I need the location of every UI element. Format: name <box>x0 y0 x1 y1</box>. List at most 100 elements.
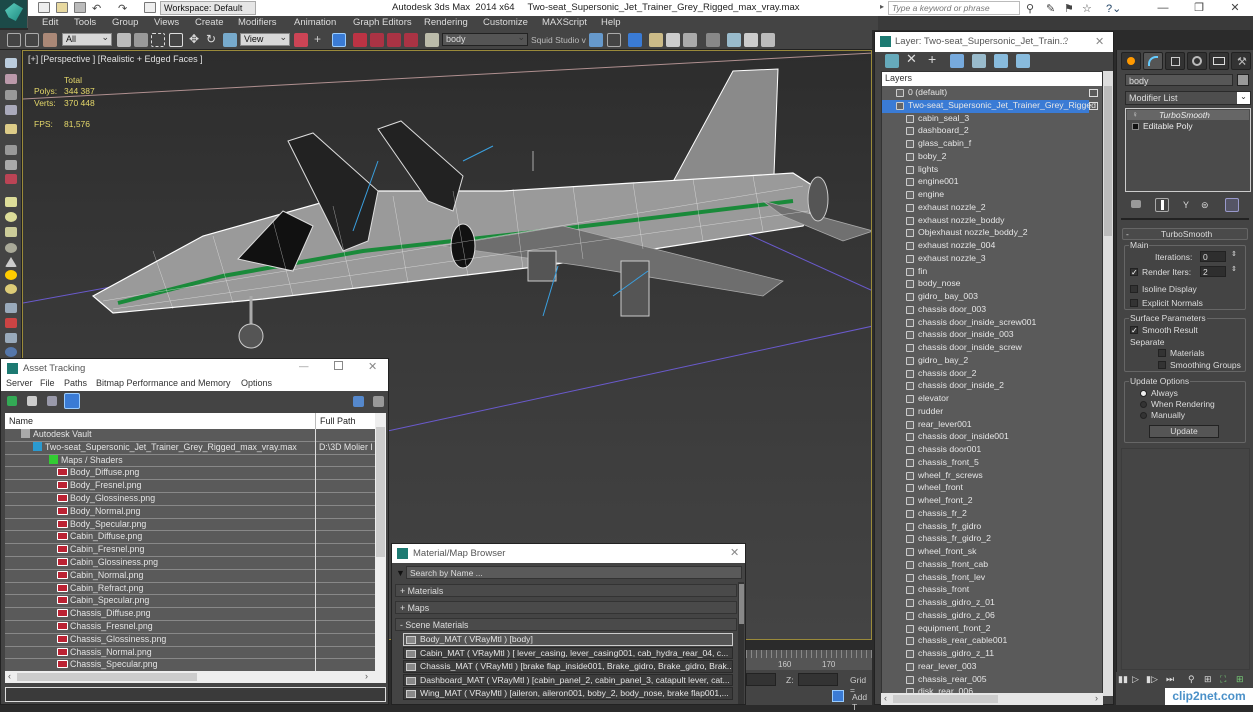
restore-button[interactable]: ❐ <box>1184 0 1214 16</box>
menu-customize[interactable]: Customize <box>483 17 528 28</box>
capsule-tool-icon[interactable] <box>5 318 17 328</box>
iterations-spinner[interactable]: 0 <box>1200 251 1226 262</box>
object-row[interactable]: cabin_seal_3 <box>882 113 1092 126</box>
render-iters-spinner[interactable]: 2 <box>1200 266 1226 277</box>
object-row[interactable]: chassis_front_cab <box>882 559 1092 572</box>
explicit-normals-checkbox[interactable] <box>1130 299 1138 307</box>
layer-manager-icon[interactable] <box>628 33 642 47</box>
smoothing-groups-checkbox[interactable] <box>1158 361 1166 369</box>
materials-section[interactable]: + Materials <box>395 584 737 597</box>
favorites-star-icon[interactable]: ☆ <box>1082 2 1092 15</box>
new-file-icon[interactable] <box>38 2 50 13</box>
object-color-swatch[interactable] <box>1237 74 1249 86</box>
modifier-stack-item-turbosmooth[interactable]: ♀ TurboSmooth <box>1127 110 1249 120</box>
menu-server[interactable]: Server <box>6 378 33 388</box>
object-row[interactable]: rudder <box>882 406 1092 419</box>
object-row[interactable]: boby_2 <box>882 151 1092 164</box>
layer-row[interactable]: 0 (default) <box>882 87 1092 100</box>
asset-row[interactable]: Two-seat_Supersonic_Jet_Trainer_Grey_Rig… <box>5 441 375 455</box>
object-row[interactable]: chassis door_inside_003 <box>882 329 1092 342</box>
selection-filter-dropdown[interactable]: All <box>62 32 112 46</box>
time-tag-icon[interactable] <box>832 690 844 702</box>
schematic-view-icon[interactable] <box>683 33 697 47</box>
go-to-end-icon[interactable]: ⏭ <box>1166 674 1174 685</box>
scene-material-row[interactable]: Chassis_MAT ( VRayMtl ) [brake flap_insi… <box>403 660 733 673</box>
asset-row[interactable]: Chassis_Diffuse.png <box>5 608 375 621</box>
layer-row[interactable]: Two-seat_Supersonic_Jet_Trainer_Grey_Rig… <box>882 99 1096 113</box>
search-by-name-input[interactable]: Search by Name ... <box>406 566 742 579</box>
object-name-field[interactable]: body <box>1125 74 1233 86</box>
pivot-center-icon[interactable] <box>294 33 308 47</box>
object-row[interactable]: wheel_front_2 <box>882 495 1092 508</box>
network-tool-icon[interactable] <box>5 333 17 343</box>
object-row[interactable]: chassis door_2 <box>882 368 1092 381</box>
project-folder-icon[interactable] <box>144 2 156 13</box>
minimize-button[interactable]: — <box>299 361 309 372</box>
help-icon[interactable] <box>353 396 364 407</box>
object-row[interactable]: chassis_rear_005 <box>882 674 1092 687</box>
hammer-tool-icon[interactable] <box>5 145 17 155</box>
light-tool-icon[interactable] <box>5 124 17 134</box>
object-row[interactable]: dashboard_2 <box>882 125 1092 138</box>
lightbulb-icon[interactable]: ♀ <box>1132 110 1138 119</box>
asset-row[interactable]: Cabin_Refract.png <box>5 582 375 596</box>
object-row[interactable]: gidro_ bay_2 <box>882 355 1092 368</box>
smooth-result-checkbox[interactable]: ✓ <box>1130 326 1138 335</box>
scroll-left-icon[interactable]: ‹ <box>8 671 11 681</box>
object-row[interactable]: exhaust nozzle_2 <box>882 202 1092 215</box>
object-row[interactable]: chassis door_inside_screw001 <box>882 317 1092 330</box>
menu-create[interactable]: Create <box>195 17 224 28</box>
rectangular-selection-icon[interactable] <box>151 33 165 47</box>
y-coordinate-field[interactable] <box>746 673 776 686</box>
expand-plus-icon[interactable] <box>1132 123 1139 130</box>
graphite-tools-icon[interactable] <box>649 33 663 47</box>
minimize-button[interactable]: — <box>1148 0 1178 16</box>
plane-tool-icon[interactable] <box>5 303 17 313</box>
bind-to-space-warp-icon[interactable] <box>43 33 57 47</box>
object-row[interactable]: chassis_front <box>882 584 1092 597</box>
object-row[interactable]: chassis door_inside001 <box>882 431 1092 444</box>
scene-material-row[interactable]: Wing_MAT ( VRayMtl ) [aileron, aileron00… <box>403 687 733 700</box>
pin-stack-icon[interactable] <box>1131 200 1141 208</box>
binoculars-icon[interactable]: ⚲ <box>1026 2 1034 15</box>
asset-row[interactable]: Cabin_Normal.png <box>5 569 375 583</box>
chevron-down-icon[interactable]: ⌄ <box>1237 92 1250 104</box>
geosphere-primitive-icon[interactable] <box>5 284 17 294</box>
object-row[interactable]: lights <box>882 164 1092 177</box>
layer-list-horizontal-scrollbar[interactable]: ‹ › <box>881 693 1103 705</box>
asset-row[interactable]: Body_Diffuse.png <box>5 467 375 481</box>
zoom-extents-icon[interactable]: ⛶ <box>1220 674 1226 685</box>
highlight-layer-icon[interactable] <box>994 54 1008 68</box>
object-row[interactable]: equipment_front_2 <box>882 623 1092 636</box>
menu-graph-editors[interactable]: Graph Editors <box>353 17 412 28</box>
select-and-move-icon[interactable]: ✥ <box>189 33 203 47</box>
menu-edit[interactable]: Edit <box>42 17 58 28</box>
sun-light-icon[interactable] <box>5 270 17 280</box>
scene-material-row[interactable]: Dashboard_MAT ( VRayMtl ) [cabin_panel_2… <box>403 673 733 686</box>
add-to-layer-icon[interactable] <box>950 54 964 68</box>
create-layer-icon[interactable]: + <box>928 52 942 66</box>
object-row[interactable]: chassis_gidro_z_06 <box>882 610 1092 623</box>
list-tool-icon[interactable] <box>5 90 17 100</box>
update-button[interactable]: Update <box>1149 425 1219 438</box>
scroll-left-icon[interactable]: ‹ <box>884 693 887 703</box>
scroll-right-icon[interactable]: › <box>365 671 368 681</box>
save-icon[interactable] <box>74 2 86 13</box>
named-selection-dropdown[interactable]: body <box>442 32 528 46</box>
object-row[interactable]: body_nose <box>882 278 1092 291</box>
asset-row[interactable]: Autodesk Vault <box>5 429 375 442</box>
layer-visibility-toggle[interactable] <box>1089 102 1098 110</box>
asset-row[interactable]: Chassis_Specular.png <box>5 659 375 671</box>
object-row[interactable]: chassis_gidro_z_11 <box>882 648 1092 661</box>
asset-row[interactable]: Chassis_Normal.png <box>5 646 375 660</box>
asset-row[interactable]: Body_Glossiness.png <box>5 493 375 506</box>
select-in-layer-icon[interactable] <box>972 54 986 68</box>
window-crossing-icon[interactable] <box>169 33 183 47</box>
delete-layer-icon[interactable]: ✕ <box>906 52 920 66</box>
scroll-right-icon[interactable]: › <box>1095 693 1098 703</box>
align-icon[interactable] <box>607 33 621 47</box>
subscription-icon[interactable]: ✎ <box>1046 2 1055 15</box>
red-tool-icon[interactable] <box>5 174 17 184</box>
menu-tools[interactable]: Tools <box>74 17 96 28</box>
modifier-stack[interactable]: ♀ TurboSmooth Editable Poly <box>1125 108 1251 192</box>
